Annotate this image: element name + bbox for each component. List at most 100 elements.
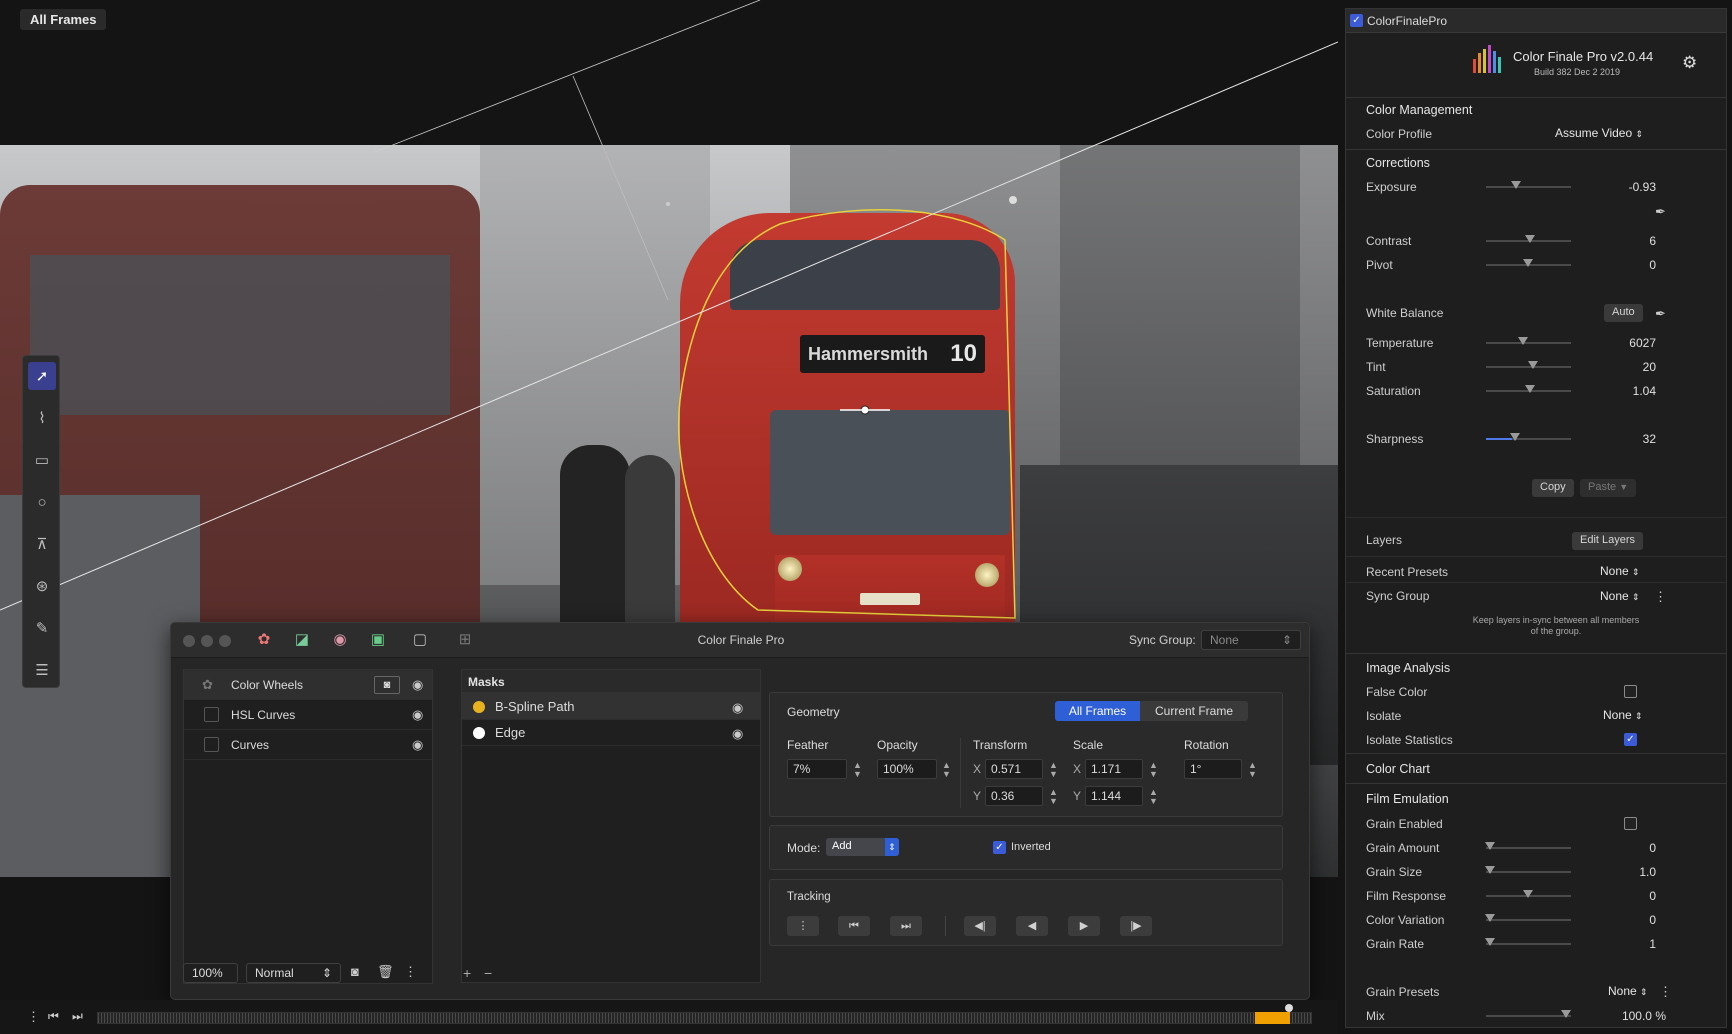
eyedropper-icon[interactable]: ✒: [1655, 306, 1666, 322]
exposure-value[interactable]: -0.93: [1596, 180, 1656, 194]
plugin-enable-checkbox[interactable]: ✓: [1350, 14, 1363, 27]
slider-knob[interactable]: [1511, 181, 1521, 189]
inverted-checkbox[interactable]: ✓: [993, 841, 1006, 854]
slider-knob[interactable]: [1485, 866, 1495, 874]
slider-knob[interactable]: [1525, 235, 1535, 243]
mask-row[interactable]: B-Spline Path ◉: [462, 694, 760, 720]
edit-layers-button[interactable]: Edit Layers: [1572, 532, 1644, 550]
copy-button[interactable]: Copy: [1532, 479, 1574, 497]
film-response-value[interactable]: 0: [1596, 889, 1656, 903]
isolate-statistics-checkbox[interactable]: ✓: [1624, 733, 1637, 746]
zoom-select[interactable]: 100%: [183, 963, 238, 983]
grain-rate-value[interactable]: 1: [1596, 937, 1656, 951]
adjust-tool-icon[interactable]: ☰: [28, 656, 56, 684]
transform-y-field[interactable]: 0.36: [985, 786, 1043, 806]
scale-y-field[interactable]: 1.144: [1085, 786, 1143, 806]
scale-x-stepper-icon[interactable]: ▲ ▼: [1149, 761, 1158, 779]
auto-white-balance-button[interactable]: Auto: [1604, 304, 1643, 322]
layer-checkbox[interactable]: [204, 737, 219, 752]
slider-knob[interactable]: [1525, 385, 1535, 393]
more-icon[interactable]: ⋮: [1659, 984, 1672, 1000]
isolate-select[interactable]: None ⇕: [1603, 708, 1643, 722]
track-back-frame-icon[interactable]: ◀|: [964, 916, 996, 936]
blend-mode-select[interactable]: Normal ⇕: [246, 963, 341, 983]
feather-stepper-icon[interactable]: ▲ ▼: [853, 761, 862, 779]
tint-slider[interactable]: [1486, 361, 1571, 369]
rotation-stepper-icon[interactable]: ▲ ▼: [1248, 761, 1257, 779]
camera-icon[interactable]: ◙: [351, 964, 359, 979]
eye-icon[interactable]: ◉: [412, 737, 423, 753]
track-backward-icon[interactable]: ◀: [1016, 916, 1048, 936]
eye-icon[interactable]: ◉: [732, 700, 743, 716]
timeline-range[interactable]: [1255, 1012, 1290, 1024]
mix-slider[interactable]: [1486, 1010, 1571, 1018]
mode-select[interactable]: Add ⇕: [826, 838, 899, 856]
color-variation-slider[interactable]: [1485, 914, 1571, 922]
grain-amount-slider[interactable]: [1485, 842, 1571, 850]
transform-x-stepper-icon[interactable]: ▲ ▼: [1049, 761, 1058, 779]
timeline-scrubber[interactable]: [97, 1012, 1312, 1024]
bspline-tool-icon[interactable]: ⌇: [28, 404, 56, 432]
paste-button[interactable]: Paste ▼: [1580, 479, 1637, 497]
track-to-start-icon[interactable]: ⏮: [838, 916, 870, 936]
slider-knob[interactable]: [1485, 938, 1495, 946]
contrast-value[interactable]: 6: [1596, 234, 1656, 248]
layer-checkbox[interactable]: [204, 707, 219, 722]
more-icon[interactable]: ⋮: [404, 964, 417, 980]
sharpness-slider[interactable]: [1486, 433, 1571, 441]
layer-row[interactable]: Curves ◉: [184, 730, 432, 760]
transform-x-field[interactable]: 0.571: [985, 759, 1043, 779]
trash-icon[interactable]: 🗑: [377, 964, 394, 980]
film-response-slider[interactable]: [1486, 890, 1571, 898]
radial-tool-icon[interactable]: ⊛: [28, 572, 56, 600]
false-color-checkbox[interactable]: [1624, 685, 1637, 698]
layer-row[interactable]: ✿ Color Wheels ◙ ◉: [184, 670, 432, 700]
color-profile-select[interactable]: Assume Video ⇕: [1555, 126, 1643, 140]
more-icon[interactable]: ⋮: [1654, 589, 1667, 605]
saturation-slider[interactable]: [1486, 385, 1571, 393]
transform-y-stepper-icon[interactable]: ▲ ▼: [1049, 788, 1058, 806]
track-forward-frame-icon[interactable]: |▶: [1120, 916, 1152, 936]
grain-amount-value[interactable]: 0: [1596, 841, 1656, 855]
eye-icon[interactable]: ◉: [412, 707, 423, 723]
opacity-stepper-icon[interactable]: ▲ ▼: [942, 761, 951, 779]
sharpness-value[interactable]: 32: [1596, 432, 1656, 446]
scale-x-field[interactable]: 1.171: [1085, 759, 1143, 779]
previous-frame-icon[interactable]: ⏮: [48, 1009, 59, 1024]
ellipse-tool-icon[interactable]: ○: [28, 488, 56, 516]
eye-icon[interactable]: ◉: [412, 677, 423, 693]
grain-size-value[interactable]: 1.0: [1596, 865, 1656, 879]
pen-tool-icon[interactable]: ✎: [28, 614, 56, 642]
gear-icon[interactable]: ⚙: [1682, 53, 1697, 73]
rectangle-tool-icon[interactable]: ▭: [28, 446, 56, 474]
temperature-slider[interactable]: [1486, 337, 1571, 345]
slider-knob[interactable]: [1510, 433, 1520, 441]
mask-toggle-icon[interactable]: ◙: [374, 676, 400, 694]
grain-rate-slider[interactable]: [1485, 938, 1571, 946]
sync-group-select[interactable]: None ⇕: [1201, 630, 1301, 650]
slider-knob[interactable]: [1518, 337, 1528, 345]
mask-row[interactable]: Edge ◉: [462, 720, 760, 746]
mix-value[interactable]: 100.0 %: [1591, 1009, 1666, 1023]
tint-value[interactable]: 20: [1596, 360, 1656, 374]
gradient-tool-icon[interactable]: ⊼: [28, 530, 56, 558]
grain-enabled-checkbox[interactable]: [1624, 817, 1637, 830]
eye-icon[interactable]: ◉: [732, 726, 743, 742]
next-frame-icon[interactable]: ⏭: [72, 1009, 83, 1024]
scale-y-stepper-icon[interactable]: ▲ ▼: [1149, 788, 1158, 806]
select-tool-icon[interactable]: ➚: [28, 362, 56, 390]
opacity-field[interactable]: 100%: [877, 759, 937, 779]
tab-current-frame[interactable]: Current Frame: [1140, 701, 1248, 721]
panel-header[interactable]: ✿ ◪ ◉ ▣ ▢ ⊞ Color Finale Pro Sync Group:…: [171, 623, 1309, 658]
slider-knob[interactable]: [1528, 361, 1538, 369]
grain-presets-select[interactable]: None ⇕: [1608, 984, 1648, 998]
pivot-value[interactable]: 0: [1596, 258, 1656, 272]
track-to-end-icon[interactable]: ⏭: [890, 916, 922, 936]
exposure-slider[interactable]: [1486, 181, 1571, 189]
slider-knob[interactable]: [1523, 259, 1533, 267]
slider-knob[interactable]: [1485, 842, 1495, 850]
tab-all-frames[interactable]: All Frames: [1055, 701, 1140, 721]
contrast-slider[interactable]: [1486, 235, 1571, 243]
timeline-menu-icon[interactable]: ⋮: [27, 1009, 40, 1025]
remove-mask-icon[interactable]: −: [484, 965, 492, 981]
